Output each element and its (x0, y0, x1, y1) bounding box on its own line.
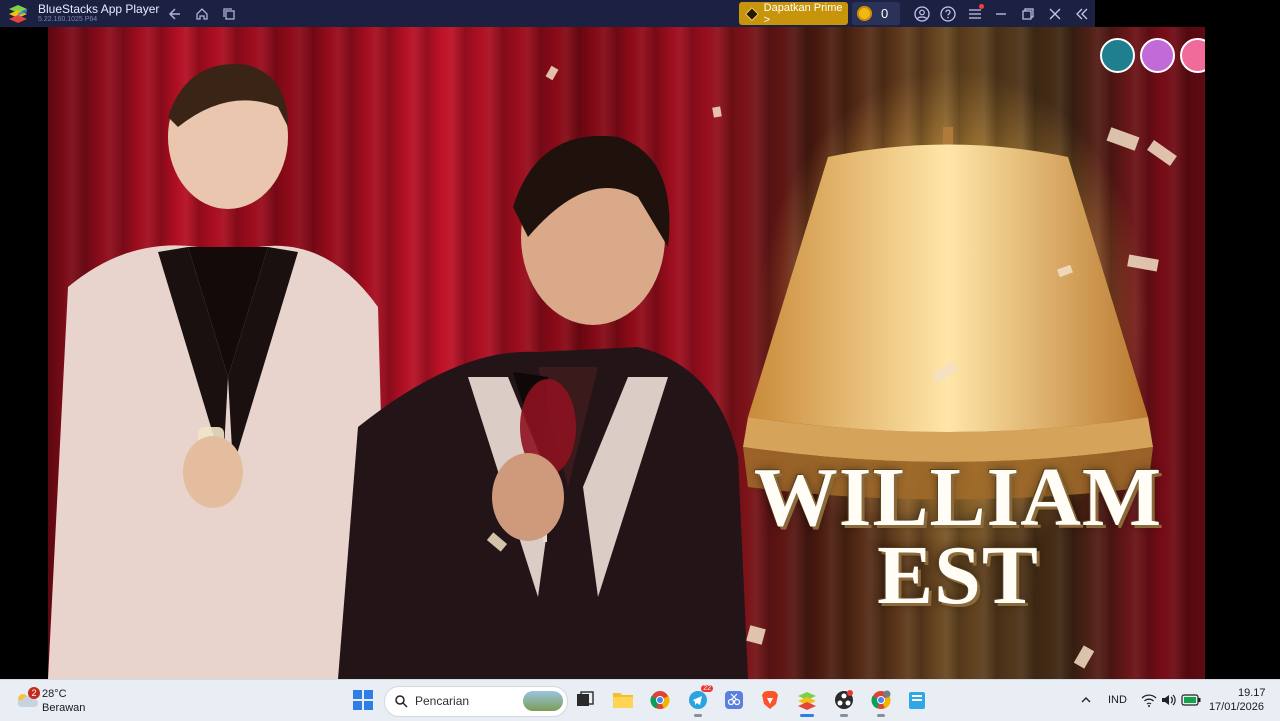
help-icon[interactable] (938, 4, 958, 24)
menu-icon[interactable] (965, 4, 985, 24)
window-title: BlueStacks App Player (38, 2, 160, 16)
collapse-sidebar-icon[interactable] (1072, 4, 1092, 24)
prime-diamond-icon (744, 6, 759, 21)
coin-balance[interactable]: 0 (852, 2, 900, 25)
running-indicator (694, 714, 702, 717)
battery-icon[interactable] (1178, 687, 1204, 713)
video-title: WILLIAM EST (688, 451, 1205, 622)
search-icon (395, 695, 408, 708)
get-prime-label: Dapatkan Prime > (763, 1, 843, 26)
snipping-icon[interactable] (721, 687, 747, 713)
task-view-icon[interactable] (572, 687, 598, 713)
video-frame[interactable]: WILLIAM EST (48, 27, 1205, 679)
bluestacks-icon[interactable] (794, 687, 820, 717)
channel-stickers (1100, 38, 1205, 73)
letterbox-left (0, 27, 48, 679)
sticker-logo-3 (1180, 38, 1205, 73)
coin-icon (857, 6, 872, 21)
minimize-icon[interactable] (991, 4, 1011, 24)
file-explorer-icon[interactable] (610, 687, 636, 713)
get-prime-button[interactable]: Dapatkan Prime > (739, 1, 848, 26)
weather-temperature: 28°C (42, 688, 67, 700)
sticker-logo-2 (1140, 38, 1175, 73)
weather-description: Berawan (42, 702, 86, 714)
title-line-2: EST (877, 529, 1039, 622)
weather-widget[interactable]: 2 28°C Berawan (14, 685, 94, 717)
input-language[interactable]: IND (1108, 694, 1127, 706)
lamp-image (743, 127, 1153, 500)
running-indicator (877, 714, 885, 717)
back-icon[interactable] (165, 4, 185, 24)
sticker-logo-1 (1100, 38, 1135, 73)
windows-taskbar: 2 28°C Berawan Pencarian 22 IND 19.17 17… (0, 679, 1280, 721)
running-indicator (840, 714, 848, 717)
app-titlebar: BlueStacks App Player 5.22.160.1025 P64 … (0, 0, 1095, 27)
multi-instance-icon[interactable] (219, 4, 239, 24)
title-line-1: WILLIAM (753, 451, 1163, 544)
chrome-icon[interactable] (647, 687, 673, 713)
telegram-unread-badge: 22 (701, 685, 713, 692)
weather-alert-badge: 2 (28, 687, 40, 699)
start-icon[interactable] (350, 687, 376, 713)
restore-icon[interactable] (1018, 4, 1038, 24)
bluestacks-logo-icon (9, 5, 27, 23)
notepad-icon[interactable] (904, 687, 930, 713)
obs-icon[interactable] (831, 687, 857, 717)
account-icon[interactable] (912, 4, 932, 24)
window-version: 5.22.160.1025 P64 (38, 16, 98, 23)
clock-time[interactable]: 19.17 (1238, 687, 1266, 699)
home-icon[interactable] (192, 4, 212, 24)
person-right-image (338, 135, 748, 679)
brave-icon[interactable] (757, 687, 783, 713)
active-indicator (800, 714, 814, 717)
close-icon[interactable] (1045, 4, 1065, 24)
clock-date[interactable]: 17/01/2026 (1208, 701, 1264, 713)
chrome-profile-icon[interactable] (868, 687, 894, 717)
letterbox-right (1205, 27, 1280, 679)
search-highlight-image (523, 691, 563, 711)
confetti-piece (712, 106, 722, 118)
telegram-icon[interactable]: 22 (685, 685, 713, 717)
show-hidden-icons-chevron-icon[interactable] (1073, 687, 1099, 713)
taskbar-search-box[interactable]: Pencarian (384, 686, 568, 717)
search-placeholder: Pencarian (415, 694, 470, 708)
coin-count: 0 (881, 6, 889, 21)
notification-dot (979, 4, 984, 9)
person-left-image (48, 64, 388, 679)
